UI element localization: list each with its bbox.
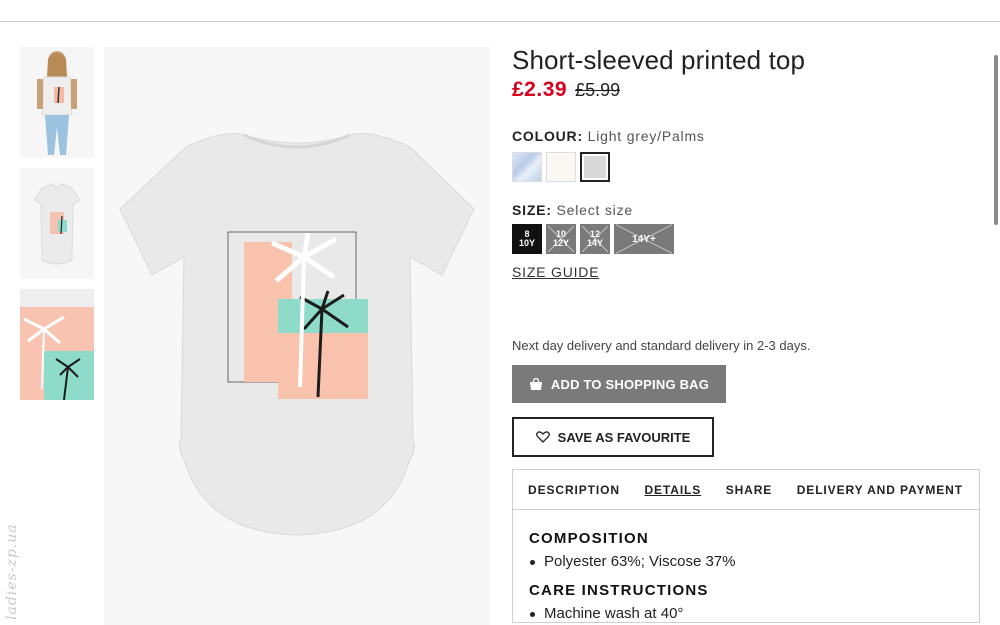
thumbnail-list bbox=[20, 47, 94, 410]
thumbnail-print-detail[interactable] bbox=[20, 289, 94, 400]
swatch-light-grey-fill bbox=[584, 156, 606, 178]
price-row: £2.39 £5.99 bbox=[512, 78, 982, 104]
delivery-info: Next day delivery and standard delivery … bbox=[512, 338, 811, 353]
product-info: Short-sleeved printed top £2.39 £5.99 COL… bbox=[512, 44, 982, 457]
colour-row: COLOUR: Light grey/Palms bbox=[512, 128, 982, 144]
size-option-8-10y[interactable]: 8 10Y bbox=[512, 224, 542, 254]
original-price: £5.99 bbox=[575, 80, 621, 100]
add-to-bag-button[interactable]: ADD TO SHOPPING BAG bbox=[512, 365, 726, 403]
size-row: SIZE: Select size bbox=[512, 202, 982, 218]
thumbnail-flat[interactable] bbox=[20, 168, 94, 279]
size-option-label: 12 14Y bbox=[587, 230, 603, 248]
page-scrollbar[interactable] bbox=[994, 55, 998, 225]
heart-icon bbox=[535, 431, 550, 443]
care-item: Machine wash at 40° bbox=[529, 605, 963, 622]
tab-bar: DESCRIPTION DETAILS SHARE DELIVERY AND P… bbox=[513, 470, 979, 510]
size-option-label: 10 12Y bbox=[553, 230, 569, 248]
size-label: SIZE: bbox=[512, 202, 552, 218]
swatch-light-grey[interactable] bbox=[580, 152, 610, 182]
size-option-label: 8 10Y bbox=[519, 230, 535, 248]
swatch-off-white[interactable] bbox=[546, 152, 576, 182]
size-options: 8 10Y 10 12Y 12 14Y 14Y+ bbox=[512, 224, 982, 254]
size-option-12-14y[interactable]: 12 14Y bbox=[580, 224, 610, 254]
size-guide-link[interactable]: SIZE GUIDE bbox=[512, 264, 599, 280]
tab-description[interactable]: DESCRIPTION bbox=[528, 483, 620, 497]
composition-heading: COMPOSITION bbox=[529, 530, 649, 547]
size-option-10-12y[interactable]: 10 12Y bbox=[546, 224, 576, 254]
size-line1: 14Y+ bbox=[632, 233, 656, 245]
watermark-text: ladies-zp.ua bbox=[4, 523, 20, 620]
size-line2: 14Y bbox=[586, 238, 603, 248]
save-favourite-button[interactable]: SAVE AS FAVOURITE bbox=[512, 417, 714, 457]
tab-details[interactable]: DETAILS bbox=[644, 483, 701, 497]
product-title: Short-sleeved printed top bbox=[512, 45, 806, 75]
size-option-14y-plus[interactable]: 14Y+ bbox=[614, 224, 674, 254]
sale-price: £2.39 bbox=[512, 78, 568, 101]
size-line2: 10Y bbox=[518, 238, 535, 248]
size-line2: 12Y bbox=[552, 238, 569, 248]
shopping-bag-icon bbox=[529, 378, 542, 390]
product-main-image[interactable] bbox=[104, 47, 490, 625]
tab-share[interactable]: SHARE bbox=[726, 483, 773, 497]
colour-value: Light grey/Palms bbox=[587, 128, 705, 144]
add-to-bag-label: ADD TO SHOPPING BAG bbox=[550, 376, 710, 392]
tab-delivery-payment[interactable]: DELIVERY AND PAYMENT bbox=[797, 483, 963, 497]
care-heading: CARE INSTRUCTIONS bbox=[529, 582, 709, 599]
composition-item: Polyester 63%; Viscose 37% bbox=[529, 553, 963, 570]
colour-label: COLOUR: bbox=[512, 128, 583, 144]
size-value: Select size bbox=[556, 202, 633, 218]
product-tabs-panel: DESCRIPTION DETAILS SHARE DELIVERY AND P… bbox=[512, 469, 980, 623]
details-content: COMPOSITION Polyester 63%; Viscose 37% C… bbox=[513, 510, 979, 622]
top-header-bar bbox=[0, 0, 1000, 22]
thumbnail-model[interactable] bbox=[20, 47, 94, 158]
swatch-blue-print[interactable] bbox=[512, 152, 542, 182]
save-favourite-label: SAVE AS FAVOURITE bbox=[557, 429, 691, 445]
colour-swatches bbox=[512, 152, 982, 182]
